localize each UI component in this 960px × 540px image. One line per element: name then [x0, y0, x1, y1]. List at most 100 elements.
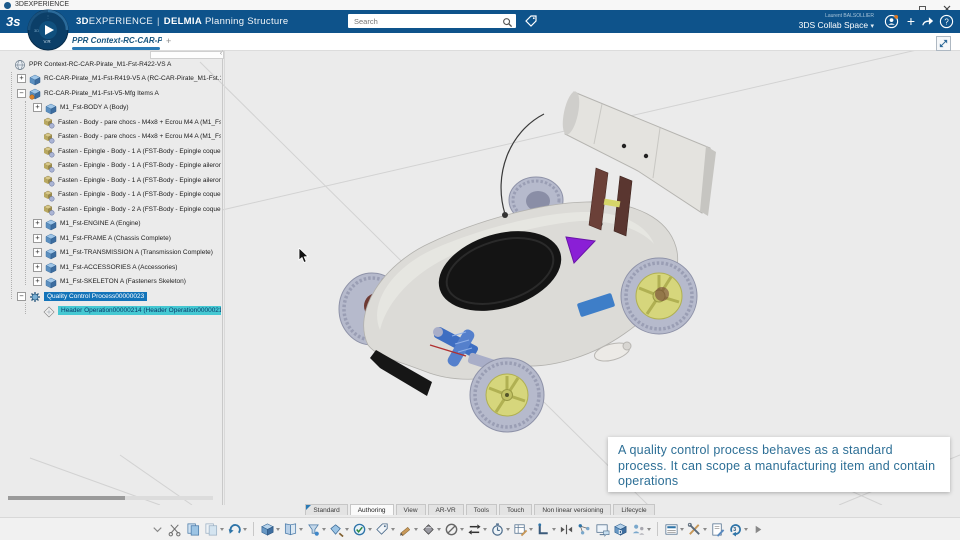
- tree-item-label[interactable]: PPR Context-RC-CAR-Pirate_M1-Fst-R422-VS…: [29, 61, 171, 68]
- tree-row[interactable]: Fasten - Epingle - Body - 1 A (FST-Body …: [0, 173, 221, 188]
- tree-item-label[interactable]: Quality Control Process00000023: [44, 291, 148, 301]
- dropdown-caret-icon[interactable]: [322, 527, 326, 531]
- ribbon-tab-authoring[interactable]: Authoring: [349, 504, 394, 515]
- expand-icon[interactable]: +: [33, 233, 42, 243]
- add-icon[interactable]: +: [903, 14, 919, 30]
- dropdown-caret-icon[interactable]: [345, 527, 349, 531]
- dropdown-caret-icon[interactable]: [744, 527, 748, 531]
- collab-space[interactable]: 3DS Collab Space: [799, 20, 868, 30]
- tree-row[interactable]: + M1_Fst-FRAME A (Chassis Complete): [0, 231, 221, 246]
- tree-row[interactable]: Fasten - Epingle - Body - 1 A (FST-Body …: [0, 144, 221, 159]
- tree-item-label[interactable]: Fasten - Body - pare chocs - M4x8 + Ecro…: [58, 119, 221, 126]
- dropdown-caret-icon[interactable]: [299, 527, 303, 531]
- screen-message-icon[interactable]: [595, 520, 610, 538]
- deactivate-icon[interactable]: [444, 520, 464, 538]
- tree-item-label[interactable]: Fasten - Epingle - Body - 1 A (FST-Body …: [58, 191, 221, 198]
- tree-row[interactable]: + M1_Fst-ENGINE A (Engine): [0, 217, 221, 232]
- tree-row[interactable]: + M1_Fst-BODY A (Body): [0, 101, 221, 116]
- expand-icon[interactable]: +: [33, 219, 42, 229]
- dropdown-caret-icon[interactable]: [460, 527, 464, 531]
- tree-row[interactable]: + M1_Fst-SKELETON A (Fasteners Skeleton): [0, 275, 221, 290]
- dropdown-caret-icon[interactable]: [529, 527, 533, 531]
- expand-icon[interactable]: +: [33, 103, 42, 113]
- tree-item-label[interactable]: Fasten - Epingle - Body - 2 A (FST-Body …: [58, 206, 221, 213]
- help-icon[interactable]: ?: [939, 14, 955, 30]
- edit-pencil-icon[interactable]: [398, 520, 418, 538]
- tree-item-label[interactable]: M1_Fst-FRAME A (Chassis Complete): [60, 235, 171, 242]
- tree-item-label[interactable]: M1_Fst-TRANSMISSION A (Transmission Comp…: [60, 249, 213, 256]
- edit-gem-icon[interactable]: [329, 520, 349, 538]
- doc-edit-icon[interactable]: [710, 520, 725, 538]
- rc-car-model[interactable]: [338, 90, 716, 433]
- user-block[interactable]: Laurent BALSOLLIER 3DS Collab Space ▾: [724, 12, 874, 31]
- ribbon-tab-touch[interactable]: Touch: [498, 504, 533, 515]
- document-tab[interactable]: PPR Context-RC-CAR-Pira: [72, 36, 162, 45]
- new-product-icon[interactable]: [260, 520, 280, 538]
- route-icon[interactable]: [536, 520, 556, 538]
- tree-row[interactable]: Fasten - Epingle - Body - 1 A (FST-Body …: [0, 188, 221, 203]
- share-icon[interactable]: [920, 14, 936, 30]
- expand-icon[interactable]: +: [17, 74, 26, 84]
- close-button[interactable]: [936, 0, 958, 13]
- compare-icon[interactable]: [559, 520, 574, 538]
- ribbon-tab-tools[interactable]: Tools: [465, 504, 497, 515]
- list-view-icon[interactable]: [664, 520, 684, 538]
- search-box[interactable]: [348, 14, 516, 28]
- paste-icon[interactable]: [204, 520, 224, 538]
- collapse-icon[interactable]: −: [17, 88, 26, 98]
- copy-icon[interactable]: [186, 520, 201, 538]
- open-catalog-icon[interactable]: [283, 520, 303, 538]
- search-icon[interactable]: [502, 15, 513, 33]
- tree-item-label[interactable]: M1_Fst-SKELETON A (Fasteners Skeleton): [60, 278, 186, 285]
- dropdown-caret-icon[interactable]: [276, 527, 280, 531]
- undo-icon[interactable]: [227, 520, 247, 538]
- dropdown-caret-icon[interactable]: [437, 527, 441, 531]
- ribbon-tab-ar-vr[interactable]: AR-VR: [427, 504, 464, 515]
- dropdown-caret-icon[interactable]: [220, 527, 224, 531]
- tree-item-label[interactable]: M1_Fst-ACCESSORIES A (Accessories): [60, 264, 177, 271]
- tree-item-label[interactable]: Header Operation00000214 (Header Operati…: [58, 306, 221, 316]
- scrollbar-thumb[interactable]: [8, 496, 125, 500]
- tree-row[interactable]: Fasten - Body - pare chocs - M4x8 + Ecro…: [0, 130, 221, 145]
- expand-icon[interactable]: +: [33, 248, 42, 258]
- dropdown-caret-icon[interactable]: [680, 527, 684, 531]
- time-analysis-icon[interactable]: [490, 520, 510, 538]
- tree-row[interactable]: PPR Context-RC-CAR-Pirate_M1-Fst-R422-VS…: [0, 57, 221, 72]
- tree-item-label[interactable]: RC-CAR-Pirate_M1-Fst-V5-Mfg Items A: [44, 90, 159, 97]
- tree-item-label[interactable]: RC-CAR-Pirate_M1-Fst-R419-V5 A (RC-CAR-P…: [44, 75, 221, 82]
- search-input[interactable]: [348, 14, 502, 28]
- tree-item-label[interactable]: Fasten - Epingle - Body - 1 A (FST-Body …: [58, 148, 221, 155]
- panel-divider[interactable]: [222, 50, 223, 505]
- dropdown-caret-icon[interactable]: [552, 527, 556, 531]
- toolbar-overflow-chevron-icon[interactable]: [150, 520, 165, 538]
- tree-row[interactable]: − Quality Control Process00000023: [0, 289, 221, 304]
- tree-item-label[interactable]: M1_Fst-BODY A (Body): [60, 104, 129, 111]
- material-icon[interactable]: [421, 520, 441, 538]
- validate-icon[interactable]: [352, 520, 372, 538]
- tree-row[interactable]: + M1_Fst-TRANSMISSION A (Transmission Com…: [0, 246, 221, 261]
- tree-item-label[interactable]: Fasten - Body - pare chocs - M4x8 + Ecro…: [58, 133, 221, 140]
- expand-icon[interactable]: +: [33, 262, 42, 272]
- tree-row[interactable]: Fasten - Epingle - Body - 2 A (FST-Body …: [0, 202, 221, 217]
- ribbon-tab-view[interactable]: View: [395, 504, 426, 515]
- tag-icon[interactable]: [375, 520, 395, 538]
- expand-icon[interactable]: +: [33, 277, 42, 287]
- tree-row[interactable]: Header Operation00000214 (Header Operati…: [0, 304, 221, 319]
- avatar[interactable]: [884, 14, 900, 30]
- 3ds-logo[interactable]: 3s: [6, 14, 20, 29]
- maximize-button[interactable]: [911, 0, 933, 13]
- tag-icon[interactable]: [524, 14, 538, 33]
- ribbon-tab-standard[interactable]: Standard: [305, 504, 348, 515]
- ribbon-tab-lifecycle[interactable]: Lifecycle: [613, 504, 655, 515]
- box-3d-icon[interactable]: D: [613, 520, 628, 538]
- collaborators-icon[interactable]: [631, 520, 651, 538]
- table-edit-icon[interactable]: [513, 520, 533, 538]
- tree-row[interactable]: − RC-CAR-Pirate_M1-Fst-V5-Mfg Items A: [0, 86, 221, 101]
- tree-row[interactable]: + M1_Fst-ACCESSORIES A (Accessories): [0, 260, 221, 275]
- swap-icon[interactable]: [467, 520, 487, 538]
- tree-row[interactable]: Fasten - Body - pare chocs - M4x8 + Ecro…: [0, 115, 221, 130]
- tree-row[interactable]: + RC-CAR-Pirate_M1-Fst-R419-V5 A (RC-CAR-…: [0, 72, 221, 87]
- tree-item-label[interactable]: M1_Fst-ENGINE A (Engine): [60, 220, 141, 227]
- dropdown-caret-icon[interactable]: [414, 527, 418, 531]
- dropdown-caret-icon[interactable]: [243, 527, 247, 531]
